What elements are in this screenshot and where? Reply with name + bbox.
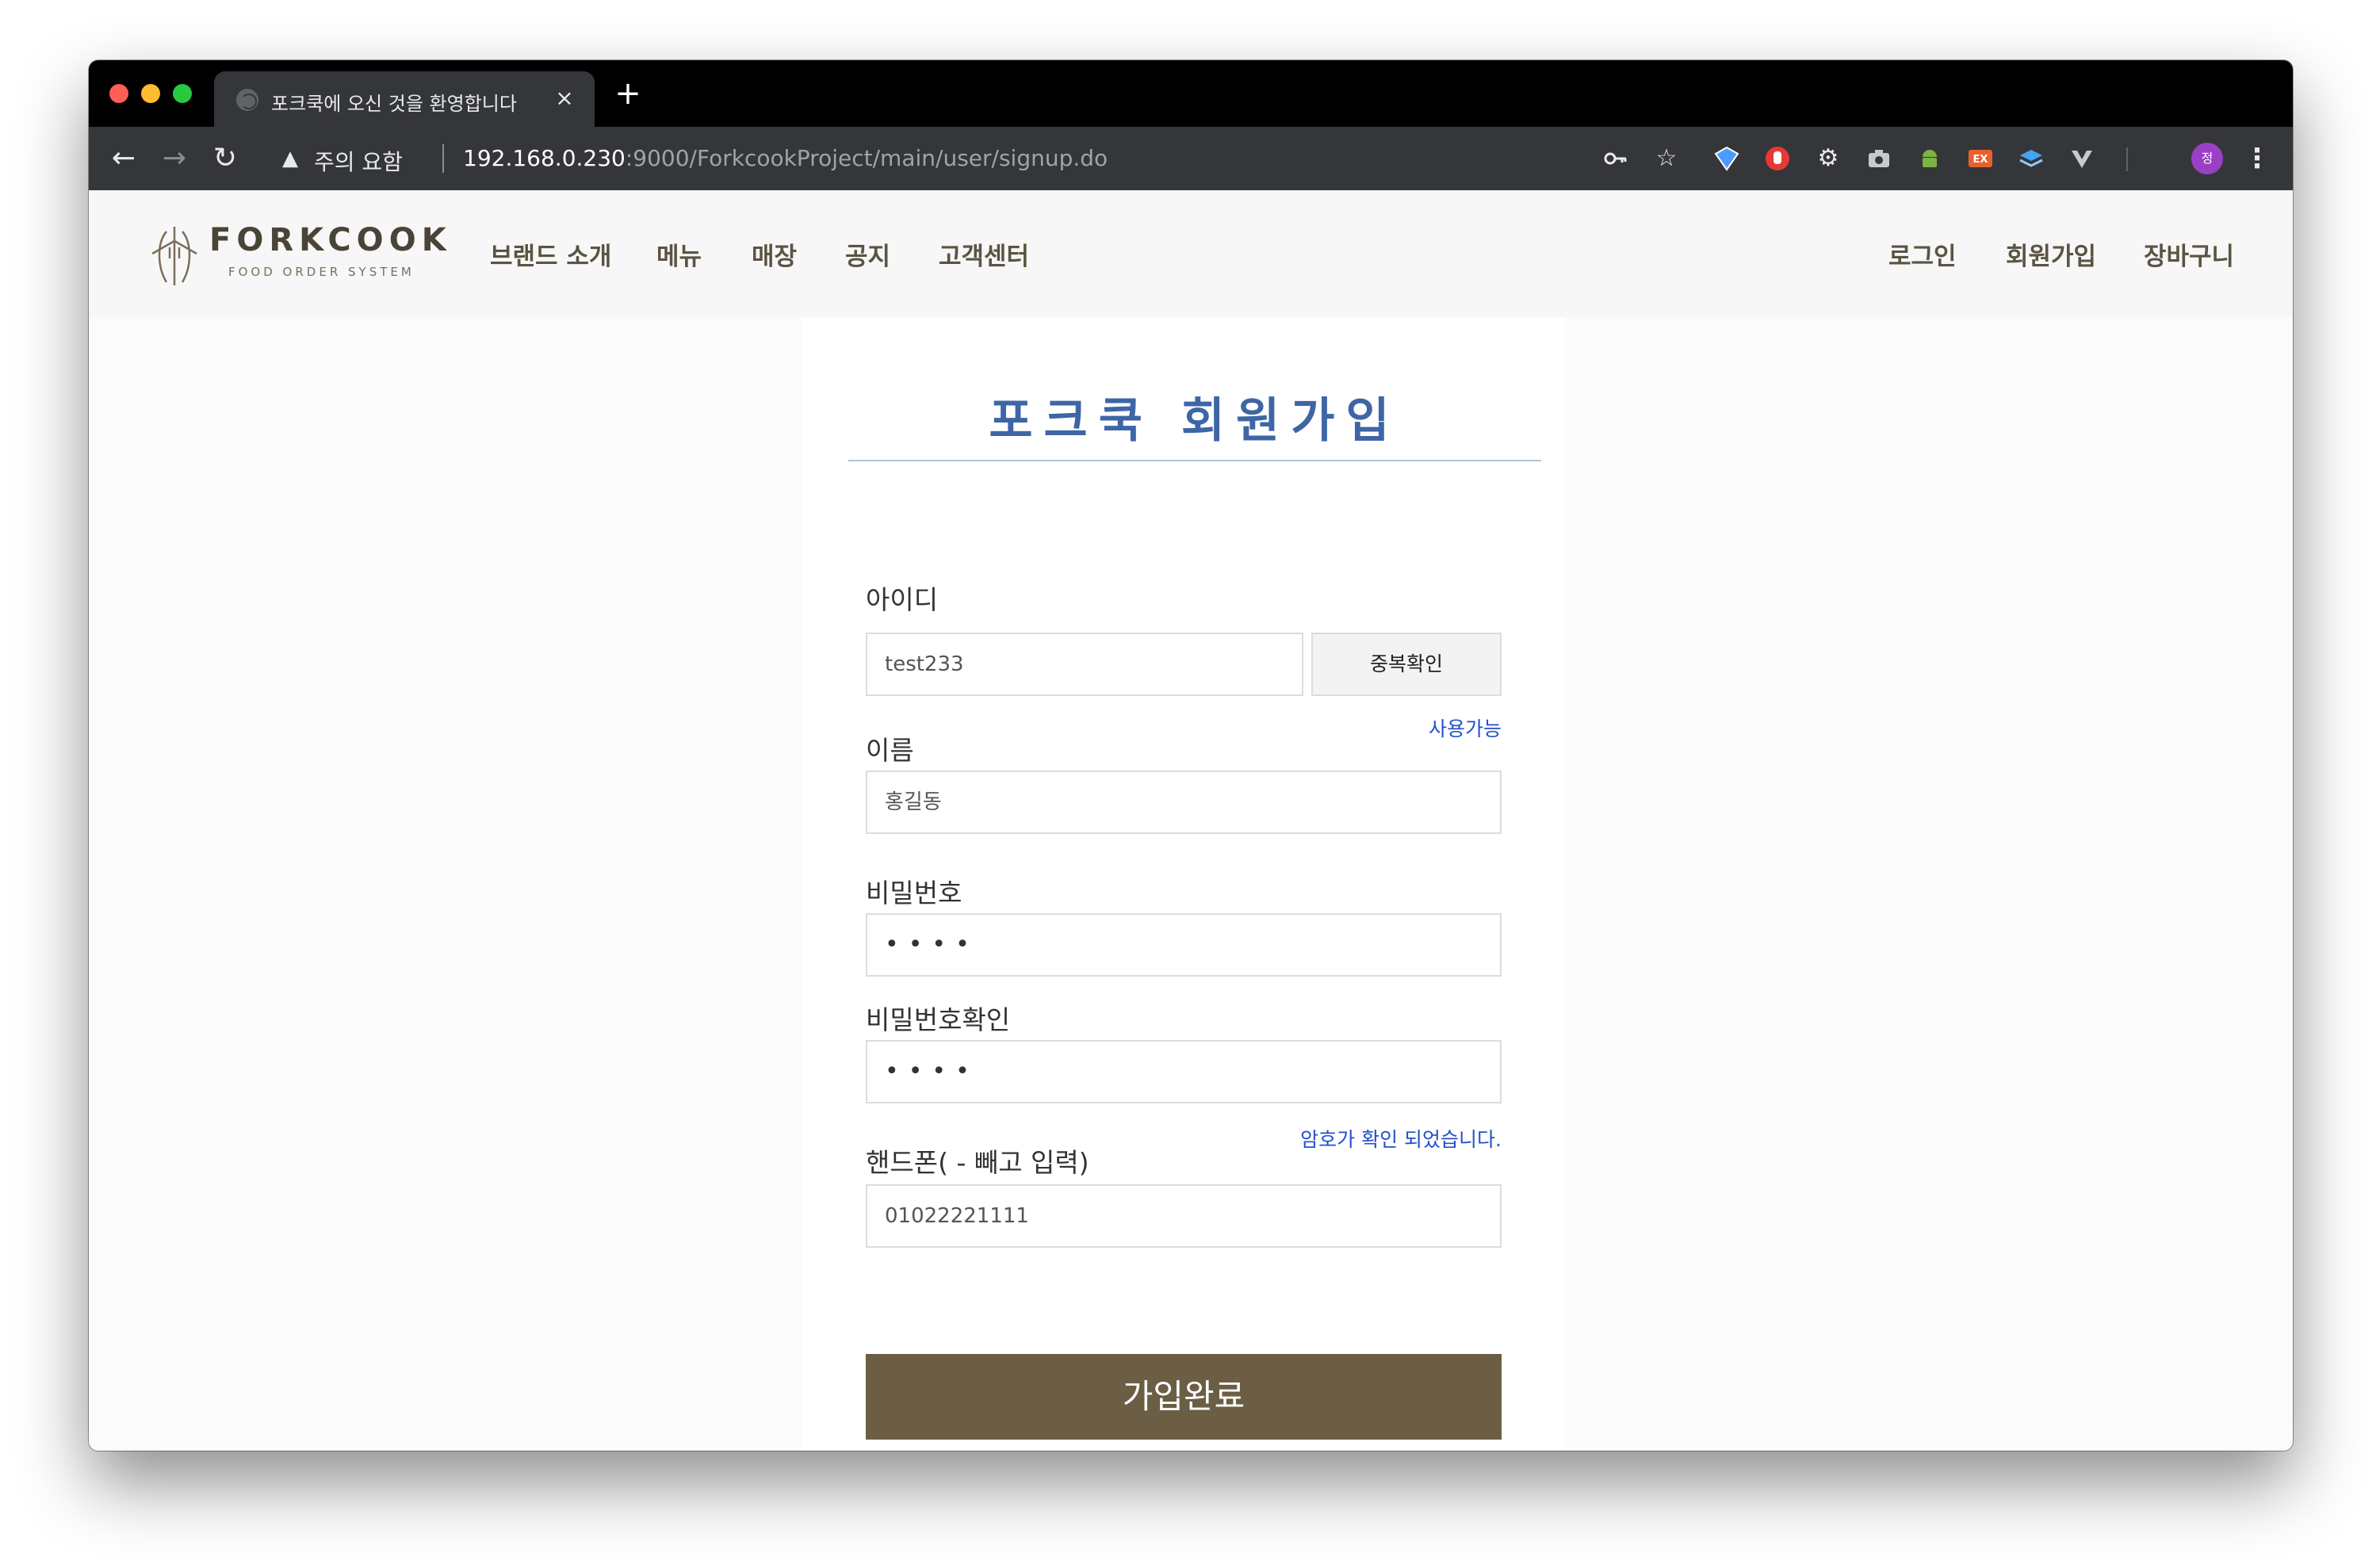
logo-tagline: FOOD ORDER SYSTEM (228, 265, 415, 279)
nav-signup[interactable]: 회원가입 (2006, 236, 2096, 272)
close-window-button[interactable] (109, 84, 128, 103)
warning-icon[interactable]: ▲ (282, 147, 304, 170)
name-label: 이름 (866, 735, 914, 766)
address-bar[interactable]: ▲ 주의 요함 192.168.0.230:9000/ForkcookProje… (255, 133, 1730, 184)
svg-text:EX: EX (1973, 154, 1988, 166)
password-label: 비밀번호 (866, 878, 962, 908)
tab-close-icon[interactable]: × (550, 84, 579, 113)
page-viewport: FORKCOOK FOOD ORDER SYSTEM 브랜드 소개 메뉴 매장 … (89, 190, 2293, 1451)
tab-title: 포크쿡에 오신 것을 환영합니다 (271, 93, 517, 115)
camera-icon[interactable] (1865, 144, 1893, 173)
id-status: 사용가능 (1428, 717, 1502, 740)
phone-input[interactable]: 01022221111 (866, 1184, 1502, 1248)
android-icon[interactable] (1915, 144, 1944, 173)
page-title: 포크쿡 회원가입 (989, 393, 1401, 449)
password-status: 암호가 확인 되었습니다. (1300, 1128, 1502, 1151)
zoom-window-button[interactable] (173, 84, 192, 103)
signup-card: 포크쿡 회원가입 아이디 test233 중복확인 사용가능 이름 홍길동 비밀… (802, 317, 1563, 1451)
toolbar-separator (2126, 147, 2128, 171)
minimize-window-button[interactable] (141, 84, 160, 103)
reload-icon[interactable]: ↻ (208, 141, 243, 176)
nav-brand-intro[interactable]: 브랜드 소개 (490, 236, 611, 272)
v-icon[interactable] (2068, 144, 2096, 173)
more-menu-icon[interactable]: ⋮ (2244, 143, 2271, 174)
ex-badge-icon[interactable]: EX (1966, 144, 1995, 173)
password-input[interactable]: •••• (866, 913, 1502, 977)
browser-window: 포크쿡에 오신 것을 환영합니다 × + ← → ↻ ▲ 주의 요함 192.1… (89, 60, 2293, 1451)
star-icon[interactable]: ☆ (1652, 144, 1681, 173)
url-text[interactable]: 192.168.0.230:9000/ForkcookProject/main/… (463, 145, 1108, 171)
password-confirm-input[interactable]: •••• (866, 1040, 1502, 1103)
id-label: 아이디 (866, 584, 939, 615)
layers-icon[interactable] (2017, 144, 2045, 173)
fork-logo-icon[interactable] (146, 224, 203, 289)
browser-toolbar: ← → ↻ ▲ 주의 요함 192.168.0.230:9000/Forkcoo… (89, 127, 2293, 190)
globe-icon (236, 89, 258, 111)
shield-extension-icon[interactable] (1712, 144, 1741, 173)
id-input[interactable]: test233 (866, 633, 1303, 696)
key-icon[interactable] (1601, 144, 1630, 173)
title-divider (848, 460, 1541, 461)
url-path: :9000/ForkcookProject/main/user/signup.d… (625, 145, 1108, 171)
logo-wordmark[interactable]: FORKCOOK (209, 222, 452, 258)
nav-login[interactable]: 로그인 (1888, 236, 1957, 272)
nav-cart[interactable]: 장바구니 (2144, 236, 2234, 272)
nav-menu[interactable]: 메뉴 (656, 236, 702, 272)
gear-icon[interactable]: ⚙ (1814, 144, 1842, 173)
password-confirm-label: 비밀번호확인 (866, 1004, 1011, 1035)
nav-notice[interactable]: 공지 (845, 236, 890, 272)
nav-store[interactable]: 매장 (752, 236, 797, 272)
phone-label: 핸드폰( - 빼고 입력) (866, 1147, 1089, 1178)
security-label[interactable]: 주의 요함 (314, 145, 403, 177)
back-arrow-icon[interactable]: ← (106, 141, 141, 176)
address-separator (442, 144, 444, 173)
new-tab-button[interactable]: + (612, 78, 644, 109)
forward-arrow-icon[interactable]: → (157, 141, 192, 176)
site-header: FORKCOOK FOOD ORDER SYSTEM 브랜드 소개 메뉴 매장 … (89, 190, 2293, 317)
tab-strip: 포크쿡에 오신 것을 환영합니다 × + (89, 60, 2293, 127)
url-host: 192.168.0.230 (463, 145, 626, 171)
browser-tab[interactable]: 포크쿡에 오신 것을 환영합니다 × (214, 71, 595, 127)
profile-avatar[interactable]: 정 (2191, 143, 2223, 174)
name-input[interactable]: 홍길동 (866, 771, 1502, 834)
hand-stop-icon[interactable] (1763, 144, 1792, 173)
duplicate-check-button[interactable]: 중복확인 (1311, 633, 1502, 696)
nav-customer-center[interactable]: 고객센터 (939, 236, 1029, 272)
submit-button[interactable]: 가입완료 (866, 1354, 1502, 1440)
